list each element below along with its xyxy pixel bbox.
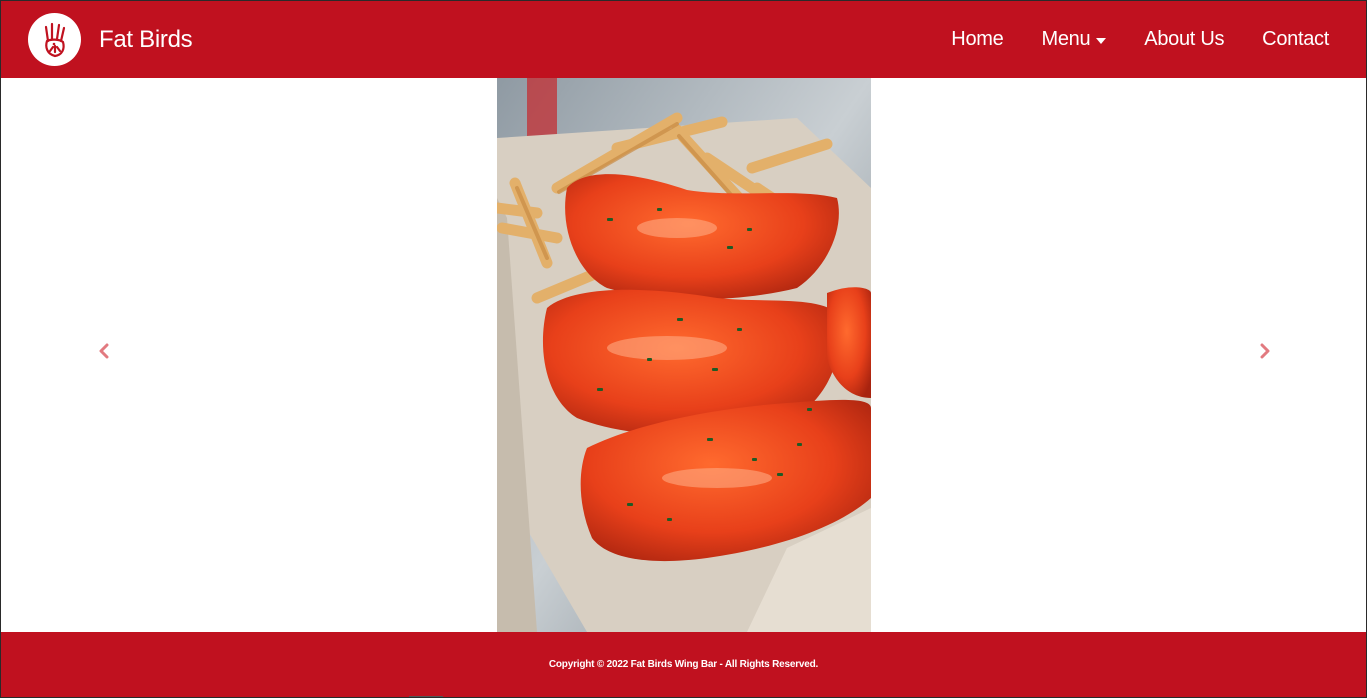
- brand-name: Fat Birds: [99, 25, 193, 53]
- caret-down-icon: [1096, 37, 1107, 44]
- nav-menu-label: Menu: [1041, 28, 1091, 50]
- copyright-text: Copyright © 2022 Fat Birds Wing Bar - Al…: [548, 658, 819, 670]
- nav-contact-link[interactable]: Contact: [1262, 28, 1329, 51]
- nav-menu-dropdown[interactable]: Menu: [1041, 28, 1107, 51]
- nav-home-link[interactable]: Home: [951, 28, 1003, 51]
- brand-link[interactable]: Fat Birds: [28, 13, 193, 66]
- carousel-prev-button[interactable]: [89, 336, 119, 366]
- footer: Copyright © 2022 Fat Birds Wing Bar - Al…: [1, 632, 1366, 697]
- image-carousel: [1, 78, 1366, 632]
- chicken-hand-logo-icon: [28, 13, 81, 66]
- chevron-left-icon: [99, 343, 109, 359]
- nav-menu: Home Menu About Us Contact: [913, 1, 1329, 78]
- nav-about-link[interactable]: About Us: [1144, 28, 1224, 51]
- carousel-slide-image: [497, 78, 871, 632]
- navbar: Fat Birds Home Menu About Us Contact: [1, 1, 1366, 78]
- chevron-right-icon: [1260, 343, 1270, 359]
- carousel-next-button[interactable]: [1250, 336, 1280, 366]
- page: Fat Birds Home Menu About Us Contact Cop…: [0, 0, 1367, 698]
